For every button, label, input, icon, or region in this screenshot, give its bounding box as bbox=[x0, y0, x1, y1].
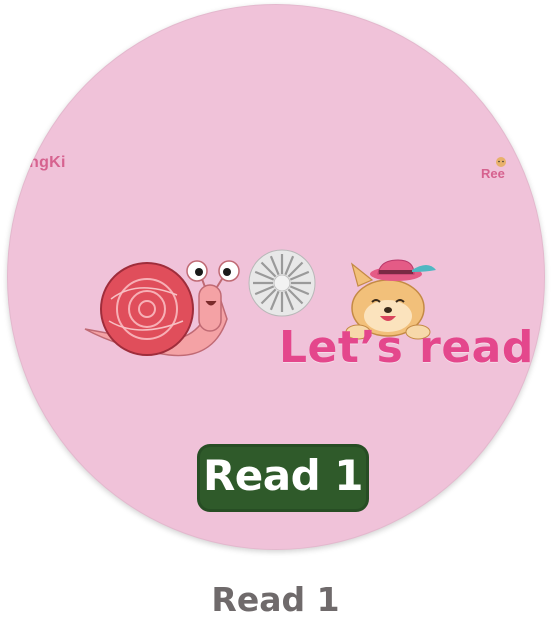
lets-read-headline: Let’s read! bbox=[279, 322, 545, 373]
watermark-right-text: Ree bbox=[481, 166, 505, 181]
snail-icon bbox=[84, 260, 240, 357]
read-badge: Read 1 bbox=[200, 447, 366, 509]
lesson-thumbnail[interactable]: ngKi Ree Let’s read! Read 1 bbox=[7, 4, 545, 550]
watermark-right-logo: Ree bbox=[475, 156, 527, 186]
read-badge-label: Read 1 bbox=[202, 451, 364, 500]
loading-spinner-icon bbox=[248, 249, 316, 317]
lesson-card[interactable]: ngKi Ree Let’s read! Read 1 Read 1 bbox=[0, 0, 551, 635]
lesson-caption[interactable]: Read 1 bbox=[0, 580, 551, 619]
watermark-left: ngKi bbox=[29, 154, 66, 171]
